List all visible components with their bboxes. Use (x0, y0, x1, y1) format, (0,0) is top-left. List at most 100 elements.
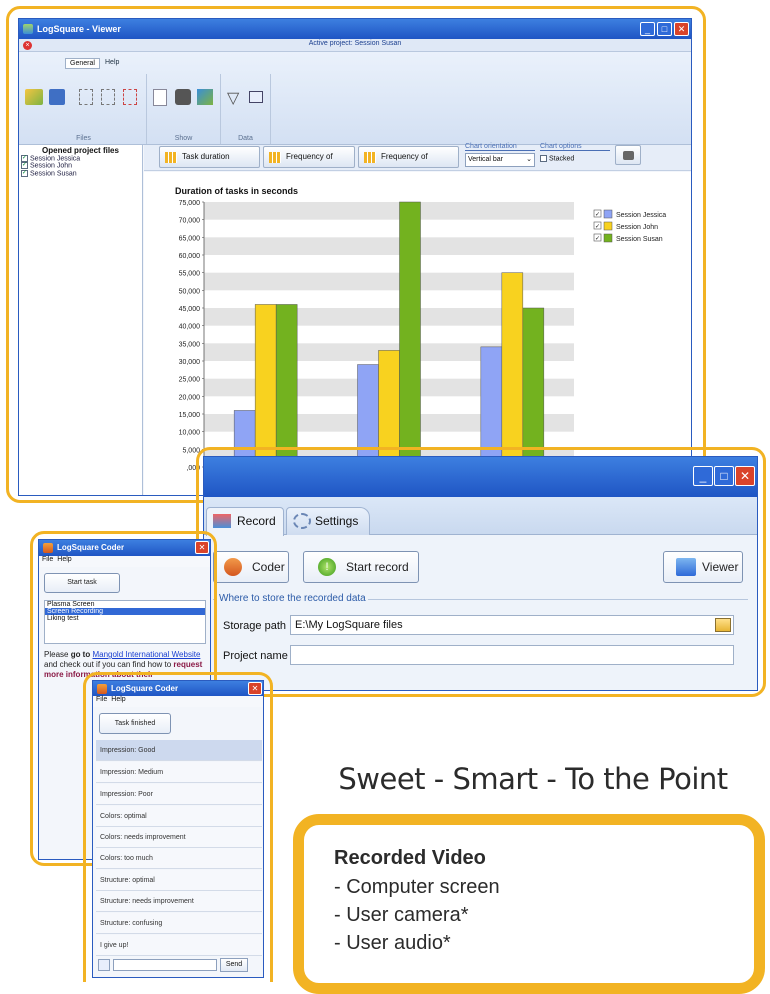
viewer-window: LogSquare - Viewer _ □ ✕ × Active projec… (18, 18, 692, 496)
minimize-button[interactable]: _ (693, 466, 713, 486)
folder-icon[interactable] (715, 618, 731, 632)
storage-path-label: Storage path (223, 620, 286, 632)
tab-general[interactable]: General (65, 58, 100, 69)
ribbon-group-files: Files (21, 74, 147, 144)
tab-task-duration[interactable]: Task duration analysis (159, 146, 260, 181)
code-button[interactable]: I give up! (96, 935, 262, 956)
camera-button[interactable] (615, 145, 641, 165)
code-icon[interactable] (98, 959, 110, 971)
close-button[interactable]: ✕ (735, 466, 755, 486)
task-list[interactable]: Plasma Screen Screen Recording Liking te… (44, 600, 206, 644)
y-tick-label: 60,000 (179, 253, 201, 260)
legend-label: Session Jessica (616, 212, 666, 219)
maximize-button[interactable]: □ (657, 22, 672, 36)
code-button[interactable]: Colors: optimal (96, 806, 262, 827)
bar (254, 304, 277, 468)
recorder-window: _ □ ✕ Record Settings Coder ! Start reco… (203, 456, 758, 691)
stacked-checkbox[interactable]: Stacked (540, 155, 574, 162)
legend-swatch (603, 221, 613, 231)
storage-path-field[interactable]: E:\My LogSquare files (290, 615, 734, 635)
chart-orientation-label: Chart orientation (465, 143, 535, 151)
code-button[interactable]: Structure: needs improvement (96, 891, 262, 912)
chart-icon[interactable] (197, 89, 213, 105)
project-name-field[interactable] (290, 645, 734, 665)
check-icon[interactable]: ✓ (21, 162, 28, 170)
close-button[interactable]: ✕ (674, 22, 689, 36)
tab-help[interactable]: Help (105, 59, 119, 66)
camera-icon (623, 151, 634, 160)
ribbon-group-data: ▽ Data (221, 74, 271, 144)
document-icon[interactable] (153, 89, 167, 106)
file-item[interactable]: ✓ Session Susan (19, 169, 142, 177)
minimize-button[interactable]: _ (640, 22, 655, 36)
chart-orientation-select[interactable]: Vertical bar ⌄ (465, 153, 535, 167)
code-button[interactable]: Colors: needs improvement (96, 827, 262, 848)
code-button[interactable]: Structure: confusing (96, 913, 262, 934)
code-button[interactable]: Colors: too much (96, 848, 262, 869)
duplicate-icon[interactable] (101, 89, 115, 105)
menu-file[interactable]: File (42, 556, 53, 563)
feature-item: - Computer screen (334, 876, 500, 898)
active-project-label: Active project: Session Susan (308, 40, 402, 47)
chart-title: Duration of tasks in seconds (175, 186, 298, 196)
chart-options-label: Chart options (540, 143, 610, 151)
coder1-titlebar: LogSquare Coder (39, 540, 210, 556)
code-input[interactable] (113, 959, 217, 971)
viewer-button[interactable]: Viewer (663, 551, 743, 583)
tab-frequency-codes[interactable]: Frequency of codes (263, 146, 355, 181)
files-panel-title: Opened project files (42, 146, 119, 155)
tab-frequency-activities[interactable]: Frequency of activities (358, 146, 459, 181)
coder2-menubar: File Help (93, 696, 263, 707)
filter-icon[interactable]: ▽ (227, 88, 239, 108)
mangold-link[interactable]: Mangold International Website (92, 650, 200, 659)
list-item[interactable]: Screen Recording (45, 608, 205, 615)
grid-band (204, 202, 574, 220)
coder-button[interactable]: Coder (213, 551, 289, 583)
close-button[interactable]: ✕ (195, 541, 209, 554)
feature-box-title: Recorded Video (334, 847, 486, 869)
coder2-titlebar: LogSquare Coder (93, 681, 263, 696)
bar-chart-icon (165, 152, 177, 163)
checkbox-icon[interactable] (540, 155, 547, 162)
legend-swatch (603, 209, 613, 219)
send-button[interactable]: Send (220, 958, 248, 972)
code-button[interactable]: Impression: Medium (96, 762, 262, 783)
copy-icon[interactable] (79, 89, 93, 105)
bar-chart-icon (364, 152, 376, 163)
bar (522, 307, 545, 468)
coder2-title: LogSquare Coder (111, 684, 179, 693)
delete-icon[interactable] (123, 89, 137, 105)
file-item[interactable]: ✓ Session Jessica (19, 155, 142, 162)
tab-record[interactable]: Record (206, 507, 284, 536)
check-icon[interactable]: ✓ (21, 169, 28, 177)
menu-file[interactable]: File (96, 696, 107, 703)
open-folder-icon[interactable] (25, 89, 43, 105)
check-icon[interactable]: ✓ (21, 155, 28, 162)
maximize-button[interactable]: □ (714, 466, 734, 486)
start-task-button[interactable]: Start task (44, 573, 120, 593)
group-label-data: Data (238, 135, 253, 142)
y-tick-label: 50,000 (179, 288, 201, 295)
coder1-menubar: File Help (39, 556, 210, 567)
code-button[interactable]: Structure: optimal (96, 870, 262, 891)
menu-help[interactable]: Help (57, 556, 71, 563)
video-icon[interactable] (175, 89, 191, 105)
code-button[interactable]: Impression: Poor (96, 784, 262, 805)
list-item[interactable]: Liking test (45, 615, 205, 622)
menu-help[interactable]: Help (111, 696, 125, 703)
close-button[interactable]: ✕ (248, 682, 262, 695)
file-item[interactable]: ✓ Session John (19, 162, 142, 170)
task-finished-button[interactable]: Task finished (99, 713, 171, 734)
list-item[interactable]: Plasma Screen (45, 601, 205, 608)
columns-icon[interactable] (249, 91, 263, 103)
y-tick-label: 30,000 (179, 359, 201, 366)
save-icon[interactable] (49, 89, 65, 105)
recorder-titlebar (204, 457, 757, 497)
y-tick-label: 35,000 (179, 341, 201, 348)
tab-settings[interactable]: Settings (286, 507, 370, 535)
record-icon: ! (318, 558, 336, 576)
y-tick-label: 40,000 (179, 324, 201, 331)
code-button[interactable]: Impression: Good (96, 740, 262, 761)
feature-item: - User audio* (334, 932, 451, 954)
start-record-button[interactable]: ! Start record (303, 551, 419, 583)
